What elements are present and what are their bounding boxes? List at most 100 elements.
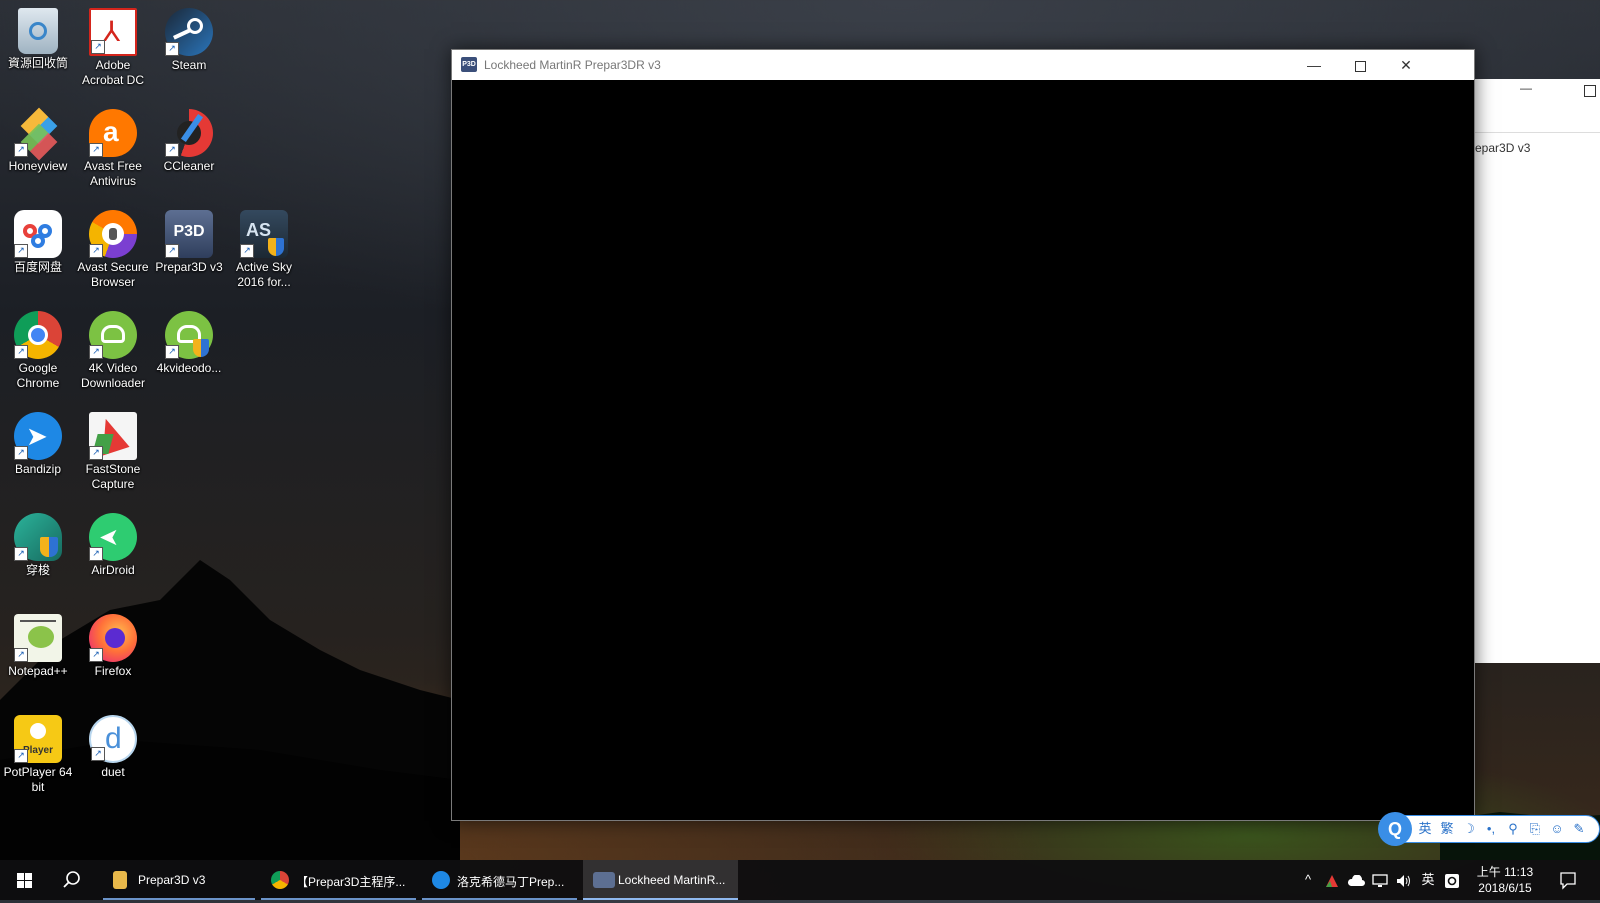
desktop-icon-4kvideo-setup[interactable]: ↗ 4kvideodo... [151,311,227,376]
ime-lang-toggle[interactable]: 英 [1415,821,1435,837]
desktop-icon-chuansuo[interactable]: ↗ 穿梭 [0,513,76,578]
avast-browser-icon: ↗ [89,210,137,258]
desktop-icon-airdroid[interactable]: ➤ ↗ AirDroid [75,513,151,578]
chuansuo-icon: ↗ [14,513,62,561]
desktop-icon-notepad-plus-plus[interactable]: ↗ Notepad++ [0,614,76,679]
desktop-icon-label: 穿梭 [25,563,50,577]
desktop-icon-steam[interactable]: ↗ Steam [151,8,227,73]
search-button[interactable] [48,860,96,900]
volume-icon[interactable] [1392,860,1416,900]
desktop-icon-recycle-bin[interactable]: 資源回收筒 [0,8,76,71]
potplayer-icon: Player ↗ [14,715,62,763]
p3d-icon: P3D ↗ [165,210,213,258]
desktop-icon-label: Avast Secure Browser [77,260,149,289]
desktop-icon-avast-free[interactable]: a ↗ Avast Free Antivirus [75,109,151,189]
shortcut-arrow-icon: ↗ [14,648,28,662]
desktop-icon-bandizip[interactable]: ➤ ↗ Bandizip [0,412,76,477]
taskbar-app-label: Lockheed MartinR... [618,873,726,887]
ime-toolbar[interactable]: Q 英 繁 ☽ •, ⚲ ⎘ ☺ ✎ [1378,812,1600,846]
maximize-button[interactable] [1337,50,1383,80]
shortcut-arrow-icon: ↗ [14,345,28,359]
desktop-icon-active-sky[interactable]: AS ↗ Active Sky 2016 for... [226,210,302,290]
input-language-indicator[interactable]: 英 [1416,860,1440,900]
taskbar-app-label: 【Prepar3D主程序... [296,875,406,889]
shortcut-arrow-icon: ↗ [240,244,254,258]
notification-icon [1560,872,1576,890]
emoji-icon[interactable]: ☺ [1547,821,1567,837]
desktop-icon-potplayer[interactable]: Player ↗ PotPlayer 64 bit [0,715,76,795]
desktop-icon-label: 4K Video Downloader [80,361,146,390]
desktop-icon-duet[interactable]: d ↗ duet [75,715,151,780]
faststone-icon [1326,874,1338,887]
start-button[interactable] [0,860,48,900]
window-titlebar[interactable]: P3D Lockheed MartinR Prepar3DR v3 — ✕ [452,50,1474,80]
desktop-icon-label: Notepad++ [8,664,68,678]
ime-logo-icon[interactable]: Q [1378,812,1412,846]
desktop-icon-label: Honeyview [8,159,68,173]
taskbar-app-explorer[interactable]: Prepar3D v3 [103,860,255,900]
onedrive-icon[interactable] [1344,860,1368,900]
punctuation-icon[interactable]: •, [1481,821,1501,837]
wrench-icon[interactable]: ⚲ [1503,821,1523,837]
acrobat-icon: ⅄ ↗ [89,8,137,56]
show-hidden-icons-chevron[interactable]: ^ [1296,860,1320,900]
desktop-icon-google-chrome[interactable]: ↗ Google Chrome [0,311,76,391]
network-icon[interactable] [1368,860,1392,900]
close-button[interactable]: ✕ [1383,50,1429,80]
p3d-icon: P3D [461,57,477,72]
desktop-icon-adobe-acrobat[interactable]: ⅄ ↗ Adobe Acrobat DC [75,8,151,88]
speaker-icon [1397,874,1410,887]
chrome-icon [271,871,289,889]
bandizip-icon: ➤ ↗ [14,412,62,460]
bandizip-icon [432,871,450,889]
action-center-button[interactable] [1550,860,1586,900]
tray-app-icon[interactable] [1320,860,1344,900]
clipboard-icon[interactable]: ⎘ [1525,821,1545,837]
desktop-icon-prepar3d[interactable]: P3D ↗ Prepar3D v3 [151,210,227,275]
desktop-icon-label: Active Sky 2016 for... [235,260,292,289]
shortcut-arrow-icon: ↗ [165,143,179,157]
desktop-icon-label: Prepar3D v3 [155,260,223,274]
ime-traditional-toggle[interactable]: 繁 [1437,821,1457,837]
p3d-icon [593,872,615,888]
clock[interactable]: 上午 11:13 2018/6/15 [1470,864,1540,896]
moon-icon[interactable]: ☽ [1459,821,1479,837]
desktop-icon-label: Bandizip [14,462,62,476]
desktop-icon-label: Steam [171,58,207,72]
taskbar-app-bandizip[interactable]: 洛克希德马丁Prep... [422,860,577,900]
desktop-icon-label: PotPlayer 64 bit [3,765,73,794]
desktop-icon-firefox[interactable]: ↗ Firefox [75,614,151,679]
minimize-button[interactable]: — [1516,81,1536,99]
4k-video-setup-icon: ↗ [165,311,213,359]
desktop-icon-faststone[interactable]: ↗ FastStone Capture [75,412,151,492]
taskbar-app-chrome[interactable]: 【Prepar3D主程序... [261,860,416,900]
ccleaner-icon: ↗ [165,109,213,157]
desktop-icon-ccleaner[interactable]: ↗ CCleaner [151,109,227,174]
desktop-icon-avast-browser[interactable]: ↗ Avast Secure Browser [75,210,151,290]
desktop-icon-label: CCleaner [163,159,215,173]
window-title: Lockheed MartinR Prepar3DR v3 [484,58,661,72]
faststone-icon: ↗ [89,412,137,460]
clock-time: 上午 11:13 [1476,865,1534,879]
desktop-icon-label: Adobe Acrobat DC [81,58,145,87]
desktop-icon-4k-video[interactable]: ↗ 4K Video Downloader [75,311,151,391]
network-monitor-icon [1372,873,1388,887]
shortcut-arrow-icon: ↗ [89,244,103,258]
desktop-icon-honeyview[interactable]: ↗ Honeyview [0,107,76,174]
folder-icon [113,871,127,889]
shortcut-arrow-icon: ↗ [165,244,179,258]
pen-icon[interactable]: ✎ [1569,821,1589,837]
taskbar-app-prepar3d[interactable]: Lockheed MartinR... [583,860,738,900]
simulator-viewport[interactable] [452,80,1474,820]
desktop-icon-label: AirDroid [91,563,135,577]
shortcut-arrow-icon: ↗ [165,42,179,56]
minimize-button[interactable]: — [1291,50,1337,80]
shortcut-arrow-icon: ↗ [89,143,103,157]
maximize-button[interactable] [1584,85,1596,97]
prepar3d-window[interactable]: P3D Lockheed MartinR Prepar3DR v3 — ✕ [451,49,1475,821]
ime-tray-icon[interactable] [1440,860,1464,900]
desktop-icon-label: Firefox [94,664,132,678]
shortcut-arrow-icon: ↗ [14,749,28,763]
desktop-icon-baidu-netdisk[interactable]: ↗ 百度网盘 [0,210,76,275]
taskbar-app-label: 洛克希德马丁Prep... [457,875,565,889]
